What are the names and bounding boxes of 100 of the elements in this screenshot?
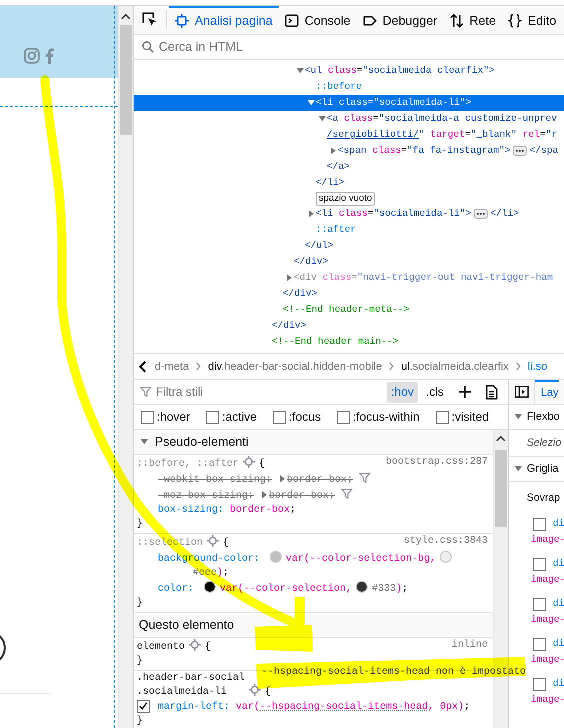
scrollbar-thumb[interactable] [495,450,507,527]
color-swatch[interactable] [204,581,216,593]
element-label[interactable]: di [553,516,564,532]
markup-line[interactable]: </ul> [134,238,564,254]
devtools-tab[interactable]: Analisi pagina [169,6,279,34]
ellipsis-icon[interactable] [474,209,488,219]
markup-line[interactable]: ::after [134,222,564,238]
checkbox[interactable] [533,518,546,530]
element-label[interactable]: di [553,556,564,572]
checkbox[interactable] [273,410,286,424]
closing-tag[interactable]: </spa [530,143,559,159]
markup-line[interactable]: </li> [134,175,564,191]
source-link[interactable]: inline [452,639,488,653]
markup-line[interactable]: <div class="navi-trigger-out navi-trigger-ham [134,270,564,286]
checkbox[interactable] [533,598,546,610]
closing-tag[interactable]: </a> [327,159,350,175]
expand-arrow-icon[interactable] [280,475,286,483]
breadcrumb[interactable]: d-meta [152,360,192,372]
style-filter-field[interactable]: Filtra stili [156,385,384,399]
scroll-up-icon[interactable] [496,436,506,442]
source-link[interactable]: style.css:3843 [404,535,488,549]
source-link[interactable]: bootstrap.css:287 [386,456,488,470]
element-label[interactable]: di [553,596,564,612]
markup-line[interactable]: spazio vuoto [134,191,564,206]
checkbox[interactable] [137,700,150,713]
expand-arrow-icon[interactable] [262,491,268,499]
checkbox[interactable] [436,410,449,424]
devtools-tab[interactable]: Edito [502,6,563,34]
closing-tag[interactable]: </li> [490,206,520,222]
checkbox[interactable] [141,410,154,424]
markup-line[interactable]: <!--End header main--> [134,334,564,350]
toggle-button[interactable]: .cls [422,382,448,402]
markup-line[interactable]: <ul class="socialmeida clearfix"> [134,63,564,79]
markup-line[interactable]: <span class="fa fa-instagram"> </spa [134,143,564,159]
crosshair-icon[interactable] [207,535,220,547]
closing-tag[interactable]: </ul> [305,238,334,254]
scrollbar-thumb[interactable] [120,25,132,135]
ellipsis-icon[interactable] [512,146,527,156]
html-tag[interactable]: <span class="fa fa-instagram"> [338,143,511,159]
checkbox-label[interactable]: :focus [289,410,322,424]
checkbox-label[interactable]: :focus-within [353,410,420,424]
section-header[interactable]: Pseudo-elementi [134,430,493,455]
html-search-field[interactable]: Cerca in HTML [159,40,459,54]
breadcrumb[interactable]: div.header-bar-social.hidden-mobile [205,360,386,372]
facebook-icon[interactable] [45,48,54,64]
pseudo-element[interactable]: ::before [316,79,362,95]
filter-icon[interactable] [359,472,372,484]
html-comment[interactable]: <!--End header main--> [272,334,399,350]
markup-line[interactable]: </div> [134,286,564,302]
toggle-button[interactable]: :hov [387,382,418,402]
html-tag[interactable]: <div class="navi-trigger-out navi-trigger-ham [294,270,554,286]
element-label[interactable]: di [553,676,564,692]
checkbox[interactable] [206,410,220,424]
devtools-tab[interactable]: Debugger [356,6,444,34]
markup-line[interactable]: </div> [134,254,564,270]
css-property[interactable]: -webkit-box-sizing: [158,475,272,486]
breadcrumb[interactable]: li.so [524,360,550,372]
markup-line[interactable]: </div> [134,318,564,334]
markup-line[interactable]: ::before [134,79,564,95]
closing-tag[interactable]: </div> [294,254,329,270]
devtools-tab[interactable]: Console [278,6,357,34]
color-swatch[interactable] [356,581,368,593]
markup-line[interactable]: </a> [134,159,564,175]
css-property[interactable]: margin-left: [158,702,230,713]
crosshair-icon[interactable] [189,639,202,651]
instagram-icon[interactable] [24,48,40,64]
closing-tag[interactable]: </div> [272,318,307,334]
devtools-tab[interactable]: Rete [444,6,502,34]
closing-tag[interactable]: </li> [316,175,345,191]
html-tag[interactable]: <li class="socialmeida-li"> [316,206,472,222]
html-tag[interactable]: <ul class="socialmeida clearfix"> [305,63,496,79]
closing-tag[interactable]: </div> [283,286,318,302]
checkbox[interactable] [533,558,546,570]
markup-line[interactable]: <!--End header-meta--> [134,302,564,318]
section-header[interactable]: Flexbo [509,405,564,430]
checkbox-label[interactable]: :visited [452,410,490,424]
crosshair-icon[interactable] [249,684,262,696]
section-header[interactable]: Griglia [509,457,564,482]
checkbox-label[interactable]: :hover [157,410,190,424]
color-swatch[interactable] [440,551,452,563]
css-property[interactable]: -moz-box-sizing: [158,491,254,502]
html-tag[interactable]: <a class="socialmeida-a customize-unprev /sergiobiliotti/" target="_blank" rel="r [327,111,558,143]
html-tag[interactable]: <li class="socialmeida-li"> [316,95,472,111]
css-variable[interactable]: --hspacing-social-items-head [260,702,428,713]
scroll-up-icon[interactable] [121,14,131,20]
checkbox[interactable] [337,410,350,424]
markup-line[interactable]: <li class="socialmeida-li"> </li> [134,206,564,222]
pseudo-element[interactable]: ::after [316,222,356,238]
breadcrumb[interactable]: ul.socialmeida.clearfix [398,360,512,372]
checkbox[interactable] [533,678,546,690]
crosshair-icon[interactable] [243,456,256,468]
checkbox-label[interactable]: :active [222,410,258,424]
markup-line[interactable]: <a class="socialmeida-a customize-unprev /sergiobiliotti/" target="_blank" rel="r [134,111,564,143]
filter-icon[interactable] [341,488,354,500]
color-swatch[interactable] [270,551,282,563]
checkbox[interactable] [533,638,546,650]
css-property[interactable]: color: [158,584,194,595]
html-comment[interactable]: <!--End header-meta--> [283,302,410,318]
css-property[interactable]: box-sizing: [158,505,224,516]
element-label[interactable]: di [553,636,564,652]
